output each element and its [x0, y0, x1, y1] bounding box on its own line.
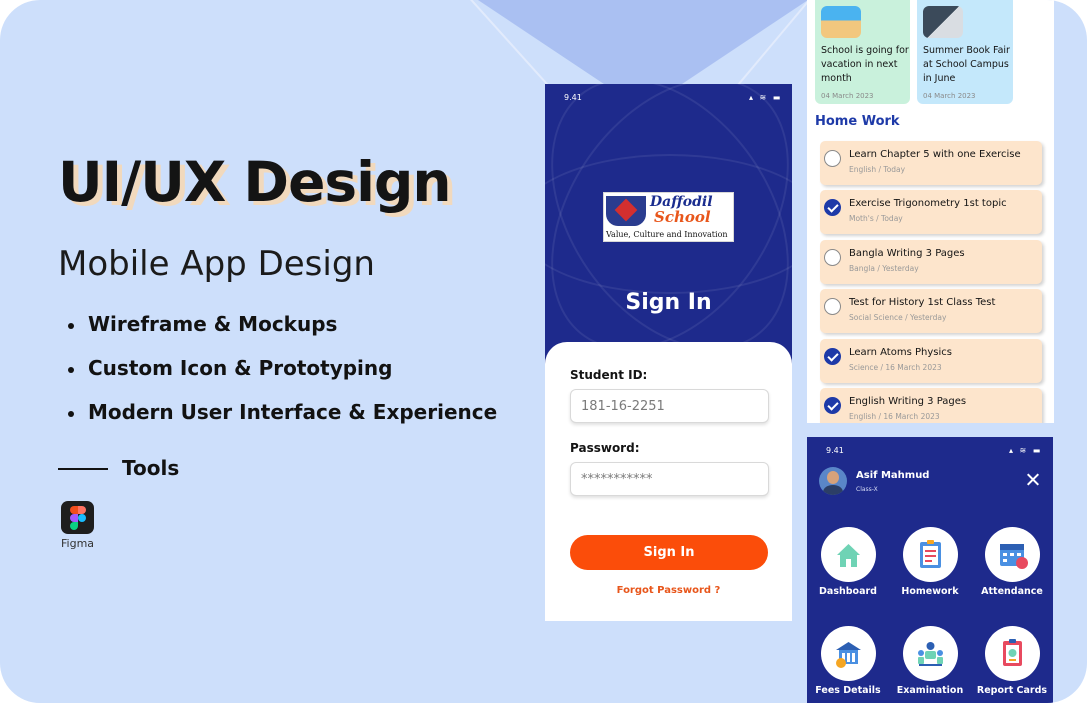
hero-subtitle: Mobile App Design [58, 244, 375, 284]
unchecked-icon[interactable] [824, 249, 841, 266]
clipboard-icon [903, 527, 958, 582]
menu-label: Fees Details [815, 685, 881, 696]
menu-label: Report Cards [976, 685, 1048, 696]
menu-label: Attendance [981, 586, 1043, 597]
logo-name-line2: School [654, 208, 711, 226]
menu-item-dashboard[interactable]: Dashboard [808, 527, 888, 607]
homework-when: Yesterday [910, 313, 947, 322]
fees-icon [821, 626, 876, 681]
student-id-input[interactable] [570, 389, 769, 423]
menu-item-attendance[interactable]: Attendance [972, 527, 1052, 607]
homework-item[interactable]: Learn Chapter 5 with one Exercise Englis… [820, 141, 1042, 185]
feature-item: Wireframe & Mockups [68, 312, 497, 356]
homework-screen: School is going for vacation in next mon… [807, 0, 1054, 423]
homework-meta: Science / 16 March 2023 [849, 363, 942, 372]
home-icon [821, 527, 876, 582]
examination-icon [903, 626, 958, 681]
homework-when: 16 March 2023 [883, 412, 940, 421]
news-date: 04 March 2023 [923, 92, 976, 100]
checked-icon[interactable] [824, 397, 841, 414]
unchecked-icon[interactable] [824, 150, 841, 167]
signin-title: Sign In [625, 290, 712, 315]
menu-item-homework[interactable]: Homework [890, 527, 970, 607]
menu-item-fees-details[interactable]: Fees Details [808, 626, 888, 703]
close-icon[interactable] [1025, 472, 1041, 488]
logo-tagline: Value, Culture and Innovation [606, 230, 728, 239]
homework-item[interactable]: Bangla Writing 3 Pages Bangla / Yesterda… [820, 240, 1042, 284]
checked-icon[interactable] [824, 348, 841, 365]
homework-subject: English [849, 412, 877, 421]
hero-title: UI/UX Design [58, 150, 451, 214]
news-card[interactable]: Summer Book Fair at School Campus in Jun… [917, 0, 1013, 104]
menu-item-examination[interactable]: Examination [890, 626, 970, 703]
user-class: Class-X [856, 486, 878, 493]
homework-subject: Moth's [849, 214, 874, 223]
homework-title: English Writing 3 Pages [849, 396, 967, 407]
homework-meta: English / 16 March 2023 [849, 412, 940, 421]
avatar[interactable] [819, 467, 847, 495]
homework-title: Test for History 1st Class Test [849, 297, 996, 308]
homework-item[interactable]: Test for History 1st Class Test Social S… [820, 289, 1042, 333]
homework-title: Learn Chapter 5 with one Exercise [849, 149, 1021, 160]
menu-item-report-cards[interactable]: Report Cards [972, 626, 1052, 703]
signal-battery-icon: ▴ ≋ ▬ [749, 93, 783, 102]
homework-title: Learn Atoms Physics [849, 347, 952, 358]
school-logo: Daffodil School Value, Culture and Innov… [603, 192, 734, 242]
homework-when: Today [881, 214, 903, 223]
menu-label: Examination [896, 685, 964, 696]
student-id-label: Student ID: [570, 368, 648, 382]
tools-divider [58, 468, 108, 470]
homework-heading: Home Work [815, 114, 900, 129]
homework-subject: English [849, 165, 877, 174]
beach-icon [821, 6, 861, 38]
feature-list: Wireframe & Mockups Custom Icon & Protot… [68, 312, 497, 444]
homework-item[interactable]: English Writing 3 Pages English / 16 Mar… [820, 388, 1042, 423]
homework-when: Today [883, 165, 906, 174]
tools-heading: Tools [122, 456, 180, 480]
design-canvas: UI/UX Design Mobile App Design Wireframe… [0, 0, 1087, 703]
status-time: 9.41 [564, 93, 582, 102]
report-card-icon [985, 626, 1040, 681]
homework-meta: Social Science / Yesterday [849, 313, 947, 322]
menu-label: Homework [901, 586, 959, 597]
menu-screen: 9.41 ▴ ≋ ▬ Asif Mahmud Class-X Dashboard… [807, 437, 1053, 703]
signal-battery-icon: ▴ ≋ ▬ [1009, 446, 1043, 455]
news-title: School is going for vacation in next mon… [821, 45, 909, 84]
signin-header: 9.41 ▴ ≋ ▬ Daffodil School Value, Cultur… [545, 84, 792, 364]
status-time: 9.41 [826, 446, 844, 455]
homework-title: Bangla Writing 3 Pages [849, 248, 965, 259]
homework-meta: Bangla / Yesterday [849, 264, 919, 273]
feature-item: Modern User Interface & Experience [68, 400, 497, 444]
homework-subject: Science [849, 363, 879, 372]
homework-title: Exercise Trigonometry 1st topic [849, 198, 1007, 209]
crest-icon [606, 196, 646, 226]
checked-icon[interactable] [824, 199, 841, 216]
homework-when: Yesterday [882, 264, 919, 273]
forgot-password-link[interactable]: Forgot Password ? [545, 585, 792, 596]
homework-meta: English / Today [849, 165, 906, 174]
unchecked-icon[interactable] [824, 298, 841, 315]
password-label: Password: [570, 441, 640, 455]
homework-when: 16 March 2023 [885, 363, 942, 372]
password-input[interactable] [570, 462, 769, 496]
news-card[interactable]: School is going for vacation in next mon… [815, 0, 910, 104]
figma-label: Figma [61, 537, 95, 550]
signin-screen: 9.41 ▴ ≋ ▬ Daffodil School Value, Cultur… [545, 84, 792, 621]
homework-meta: Moth's / Today [849, 214, 903, 223]
signin-button[interactable]: Sign In [570, 535, 768, 570]
news-date: 04 March 2023 [821, 92, 874, 100]
calendar-icon [985, 527, 1040, 582]
homework-subject: Social Science [849, 313, 903, 322]
figma-icon [61, 501, 94, 534]
homework-item[interactable]: Learn Atoms Physics Science / 16 March 2… [820, 339, 1042, 383]
homework-item[interactable]: Exercise Trigonometry 1st topic Moth's /… [820, 190, 1042, 234]
book-fair-icon [923, 6, 963, 38]
user-name: Asif Mahmud [856, 470, 930, 481]
homework-subject: Bangla [849, 264, 875, 273]
news-title: Summer Book Fair at School Campus in Jun… [923, 45, 1010, 84]
feature-item: Custom Icon & Prototyping [68, 356, 497, 400]
menu-label: Dashboard [819, 586, 877, 597]
